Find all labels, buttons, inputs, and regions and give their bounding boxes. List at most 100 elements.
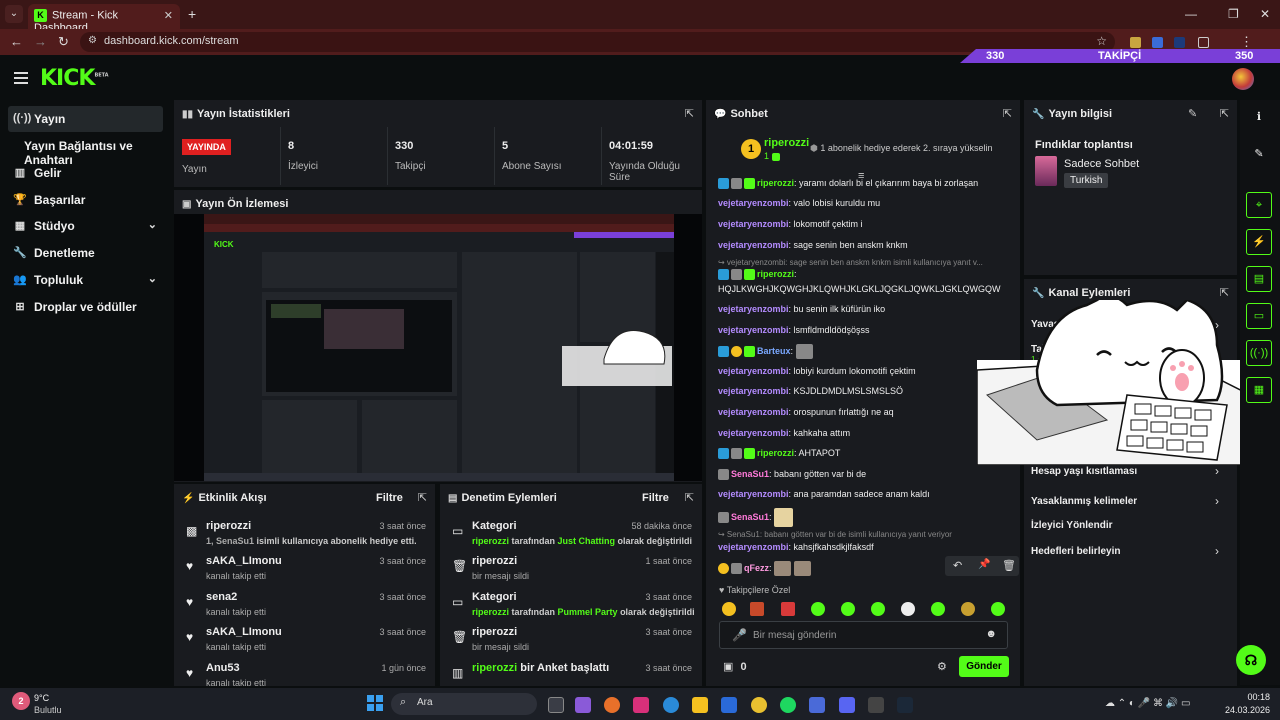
microphone-icon[interactable]: 🎤 (732, 628, 747, 642)
close-tab-icon[interactable]: ✕ (164, 9, 173, 22)
popout-icon[interactable]: ⇱ (418, 491, 427, 504)
steam-icon[interactable] (897, 697, 913, 713)
pinned-user[interactable]: riperozzi (764, 137, 809, 149)
pin-icon[interactable]: 📌 (978, 559, 990, 570)
task-view-icon[interactable] (548, 697, 564, 713)
mod-time: 3 saat önce (645, 627, 692, 637)
emote-icon[interactable] (931, 602, 945, 616)
windows-start-icon[interactable] (367, 695, 383, 711)
emote-icon[interactable] (722, 602, 736, 616)
chat-message-input[interactable]: 🎤 Bir mesaj gönderin ☻ (719, 621, 1008, 649)
copilot-icon[interactable] (575, 697, 591, 713)
sidebar-item-drops[interactable]: ⊞ Droplar ve ödüller (8, 294, 163, 320)
sidebar-item-studio[interactable]: ▦ Stüdyo ⌄ (8, 213, 163, 239)
action-banned-words[interactable]: Yasaklanmış kelimeler (1031, 496, 1137, 507)
chevron-right-icon[interactable]: › (1215, 544, 1219, 558)
stream-preview-video[interactable]: KICK (174, 214, 702, 481)
edge-icon[interactable] (663, 697, 679, 713)
popout-icon[interactable]: ⇱ (1220, 286, 1229, 299)
emote-icon[interactable] (901, 602, 915, 616)
reload-icon[interactable]: ↻ (58, 34, 69, 50)
support-chat-button[interactable]: ☊ (1236, 645, 1266, 675)
back-icon[interactable]: ← (10, 34, 23, 49)
trash-icon[interactable]: 🗑 (1002, 559, 1016, 572)
sidebar-item-community[interactable]: 👥 Topluluk ⌄ (8, 267, 163, 293)
category-name[interactable]: Sadece Sohbet (1064, 158, 1139, 170)
discord-icon[interactable] (839, 697, 855, 713)
bookmark-star-icon[interactable]: ☆ (1096, 34, 1107, 48)
taskbar-search[interactable]: ⌕ Ara (391, 693, 537, 715)
action-raid[interactable]: İzleyici Yönlendir (1031, 520, 1113, 531)
site-info-icon[interactable]: ⚙ (88, 35, 97, 46)
instagram-icon[interactable] (633, 697, 649, 713)
emote-icon[interactable] (841, 602, 855, 616)
chevron-right-icon[interactable]: › (1215, 464, 1219, 478)
modlog-filter-button[interactable]: Filtre (642, 492, 669, 504)
edit-pencil-icon[interactable]: ✎ (1246, 142, 1272, 168)
lightning-icon[interactable]: ⚡ (1246, 229, 1272, 255)
chevron-right-icon[interactable]: › (1215, 494, 1219, 508)
studio-icon: ▦ (14, 220, 26, 232)
hamburger-menu-icon[interactable] (14, 72, 28, 84)
action-account-age[interactable]: Hesap yaşı kısıtlaması (1031, 466, 1137, 477)
spotify-icon[interactable] (780, 697, 796, 713)
system-tray-icons[interactable]: ☁ ⌃ ◐ 🎤 ⌘ 🔊 ▭ (1105, 698, 1190, 709)
url-field[interactable]: ⚙ dashboard.kick.com/stream ☆ (80, 32, 1115, 52)
broadcast-icon[interactable]: ((·)) (1246, 340, 1272, 366)
note-icon[interactable]: ▤ (1246, 266, 1272, 292)
kick-logo[interactable]: KICKBETA (40, 66, 109, 91)
new-tab-button[interactable]: + (188, 6, 196, 22)
reply-icon[interactable]: ↶ (953, 559, 962, 572)
maximize-button[interactable]: ❐ (1228, 7, 1239, 21)
file-explorer-icon[interactable] (692, 697, 708, 713)
app-icon[interactable] (721, 697, 737, 713)
chevron-down-icon: ⌄ (147, 273, 157, 285)
sidebar-item-achievements[interactable]: 🏆 Başarılar (8, 187, 163, 213)
emote-icon[interactable] (991, 602, 1005, 616)
forward-icon[interactable]: → (34, 34, 47, 49)
edit-pencil-icon[interactable]: ✎ (1188, 107, 1197, 120)
clip-icon[interactable]: ⌖ (1246, 192, 1272, 218)
chat-settings-icon[interactable]: ⚙ (937, 660, 947, 673)
close-window-button[interactable]: ✕ (1260, 7, 1270, 21)
weather-badge[interactable]: 2 (12, 692, 30, 710)
extension-icon[interactable] (1174, 37, 1185, 48)
emote-icon[interactable] (961, 602, 975, 616)
tab-list-button[interactable]: ⌄ (5, 5, 23, 23)
emote-icon[interactable] (750, 602, 764, 616)
sidebar-item-stream[interactable]: ((·)) Yayın (8, 106, 163, 132)
clock-date[interactable]: 24.03.2026 (1210, 705, 1270, 715)
emoji-icon[interactable]: ☻ (985, 628, 997, 640)
extension-icon[interactable] (1152, 37, 1163, 48)
emote-icon[interactable] (781, 602, 795, 616)
browser-tab-bar: ⌄ K Stream - Kick Dashboard ✕ + — ❐ ✕ (0, 0, 1280, 34)
emote-icon[interactable] (871, 602, 885, 616)
chrome-icon[interactable] (751, 697, 767, 713)
action-goals[interactable]: Hedefleri belirleyin (1031, 546, 1120, 557)
sidebar-item-moderation[interactable]: 🔧 Denetleme (8, 240, 163, 266)
sidebar-item-revenue[interactable]: ▥ Gelir (8, 160, 163, 186)
chat-bubble-icon[interactable]: ▭ (1246, 303, 1272, 329)
popout-icon[interactable]: ⇱ (1220, 107, 1229, 120)
emote-icon[interactable] (811, 602, 825, 616)
send-message-button[interactable]: Gönder (959, 656, 1009, 677)
popout-icon[interactable]: ⇱ (685, 107, 694, 120)
activity-filter-button[interactable]: Filtre (376, 492, 403, 504)
points-row[interactable]: ▣ 0 (723, 660, 747, 673)
layout-icon[interactable]: ▦ (1246, 377, 1272, 403)
sidebar-item-stream-key[interactable]: Yayın Bağlantısı ve Anahtarı (0, 133, 170, 167)
extensions-puzzle-icon[interactable] (1198, 37, 1209, 48)
app-icon[interactable] (809, 697, 825, 713)
browser-tab[interactable]: K Stream - Kick Dashboard ✕ (28, 4, 180, 34)
popout-icon[interactable]: ⇱ (685, 491, 694, 504)
avatar[interactable] (1232, 68, 1254, 90)
firefox-icon[interactable] (604, 697, 620, 713)
info-icon[interactable]: ℹ (1246, 105, 1272, 131)
popout-icon[interactable]: ⇱ (1003, 107, 1012, 120)
emote-icon (774, 508, 794, 527)
extension-icon[interactable] (1130, 37, 1141, 48)
clock-time[interactable]: 00:18 (1220, 692, 1270, 702)
menu-dots-icon[interactable]: ⋮ (1240, 34, 1253, 50)
minimize-button[interactable]: — (1185, 7, 1197, 21)
app-icon[interactable] (868, 697, 884, 713)
